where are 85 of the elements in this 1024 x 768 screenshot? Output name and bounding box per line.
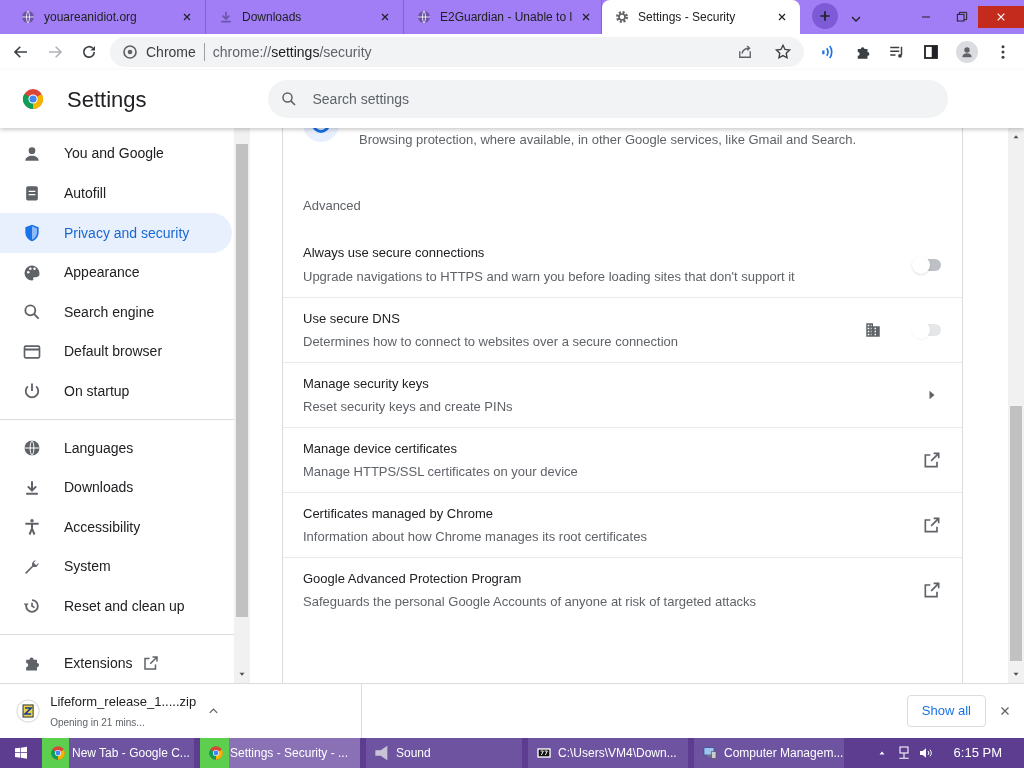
sidebar-item[interactable]: Reset and clean up — [0, 586, 232, 627]
taskbar-button[interactable]: New Tab - Google C... — [42, 738, 194, 768]
chrome-logo-icon — [122, 44, 138, 60]
sidebar-item[interactable]: Search engine — [0, 292, 232, 333]
taskbar-label: Computer Managem... — [724, 745, 844, 762]
external-link-icon — [922, 515, 942, 535]
row-title: Manage device certificates — [303, 439, 458, 458]
sidebar-item[interactable]: Default browser — [0, 332, 232, 372]
profile-avatar[interactable] — [956, 41, 978, 63]
download-status: Opening in 21 mins... — [50, 715, 146, 730]
show-all-button[interactable]: Show all — [906, 695, 986, 727]
chrome-logo-icon — [50, 745, 66, 761]
row-subtitle: Upgrade navigations to HTTPS and warn you before loading sites that don't support it — [303, 267, 796, 286]
archive-file-icon — [16, 698, 41, 724]
download-icon — [218, 9, 234, 25]
back-icon[interactable] — [12, 43, 30, 61]
row-title: Manage security keys — [303, 374, 430, 393]
globe-icon — [22, 438, 42, 459]
site-label: Chrome — [146, 42, 196, 62]
browser-tab[interactable]: Settings - Security — [602, 0, 800, 34]
share-icon[interactable] — [736, 43, 754, 61]
scrollbar[interactable] — [234, 128, 250, 683]
row-title: Use secure DNS — [303, 309, 401, 328]
close-icon[interactable] — [776, 11, 788, 23]
taskbar-button[interactable]: Sound — [366, 738, 522, 768]
tab-title: Settings - Security — [638, 9, 737, 26]
sidebar-item[interactable]: You and Google — [0, 134, 232, 174]
restore-icon[interactable] — [954, 9, 970, 25]
side-panel-icon[interactable] — [922, 43, 940, 61]
tab-title: E2Guardian - Unable to l — [440, 9, 573, 26]
sidebar-item[interactable]: System — [0, 547, 232, 587]
sidebar-item[interactable]: On startup — [0, 371, 232, 412]
page-title: Settings — [67, 85, 147, 114]
section-heading: Advanced — [302, 196, 362, 215]
globe-icon — [416, 9, 432, 25]
row-subtitle: Safeguards the personal Google Accounts of anyone at risk of targeted attacks — [303, 593, 758, 611]
sidebar-item[interactable]: Extensions — [0, 643, 232, 683]
address-bar[interactable]: Chrome chrome://settings/security — [110, 37, 804, 67]
plus-icon — [817, 8, 833, 24]
bookmark-star-icon[interactable] — [774, 43, 792, 61]
new-tab-button[interactable] — [812, 3, 838, 29]
taskbar-label: Sound — [396, 745, 431, 762]
toggle-switch[interactable] — [912, 254, 942, 275]
windows-logo-icon[interactable] — [13, 745, 29, 761]
row-title: Certificates managed by Chrome — [303, 504, 495, 523]
sidebar-item[interactable]: Downloads — [0, 467, 232, 508]
tab-title: Downloads — [242, 9, 303, 26]
row-title: Always use secure connections — [303, 244, 486, 262]
archive-app-icon — [536, 745, 552, 761]
sidebar-item[interactable]: Languages — [0, 428, 232, 468]
scrollbar[interactable] — [1008, 128, 1024, 683]
computer-icon — [702, 745, 718, 761]
taskbar-label: Settings - Security - ... — [230, 745, 349, 762]
shield-icon — [22, 223, 42, 243]
taskbar-label: New Tab - Google C... — [72, 745, 190, 762]
chrome-logo-icon — [21, 87, 45, 111]
external-link-icon — [922, 580, 942, 600]
taskbar-button[interactable]: C:\Users\VM4\Down... — [528, 738, 688, 768]
globe-icon — [20, 9, 36, 25]
row-title: Google Advanced Protection Program — [303, 569, 523, 588]
external-link-icon — [922, 450, 942, 470]
taskbar-button[interactable]: Computer Managem... — [694, 738, 844, 768]
settings-icon — [614, 9, 630, 25]
description-text: Browsing protection, where available, in other Google services, like Gmail and Search. — [359, 131, 857, 149]
chrome-logo-icon — [208, 745, 224, 761]
taskbar-button[interactable]: Settings - Security - ... — [200, 738, 360, 768]
row-subtitle: Determines how to connect to websites over a secure connection — [303, 333, 680, 351]
clock-time[interactable]: 6:15 PM — [953, 743, 1002, 763]
sidebar-item[interactable]: Accessibility — [0, 507, 232, 548]
accessibility-icon — [22, 517, 42, 538]
row-subtitle: Information about how Chrome manages its root certificates — [303, 528, 648, 546]
reload-icon[interactable] — [80, 43, 98, 61]
external-link-icon — [142, 654, 161, 673]
row-subtitle: Manage HTTPS/SSL certificates on your device — [303, 463, 579, 481]
url-text: chrome://settings/security — [212, 42, 372, 62]
sidebar-item[interactable]: Autofill — [0, 173, 232, 214]
taskbar-label: C:\Users\VM4\Down... — [558, 745, 677, 762]
row-subtitle: Reset security keys and create PINs — [303, 398, 514, 416]
speaker-icon — [374, 745, 390, 761]
file-name: Lifeform_release_1.....zip — [50, 693, 197, 712]
tab-title: youareanidiot.org — [44, 9, 138, 26]
sidebar-item[interactable]: Appearance — [0, 252, 232, 293]
sidebar-item[interactable]: Privacy and security — [0, 213, 232, 253]
search-icon — [279, 90, 298, 108]
search-field[interactable]: Search settings — [267, 80, 948, 118]
